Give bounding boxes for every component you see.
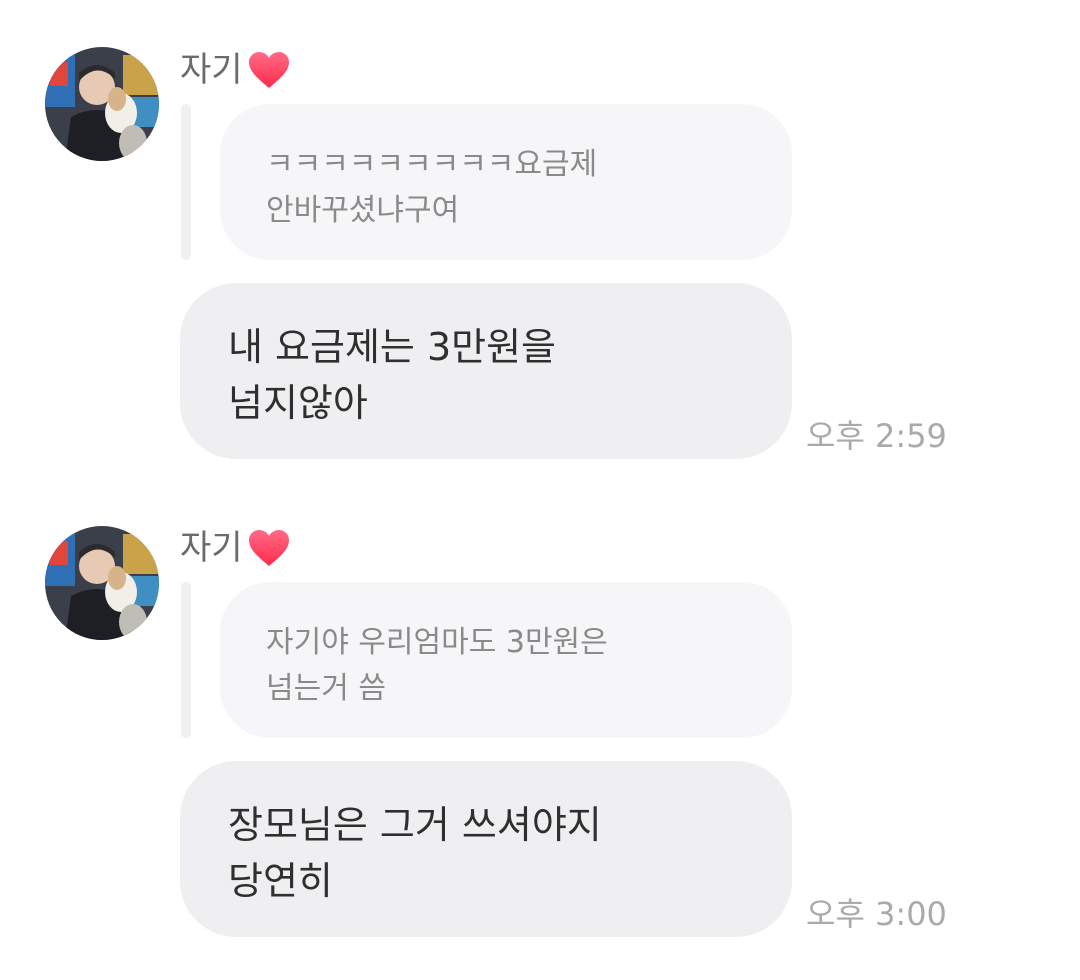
heart-icon — [247, 528, 291, 568]
quote-bar — [181, 582, 191, 738]
avatar[interactable] — [45, 47, 159, 161]
message-bubble[interactable]: 장모님은 그거 쓰셔야지 당연히 — [180, 761, 792, 937]
sender-name: 자기 — [180, 526, 291, 570]
sender-name: 자기 — [180, 48, 291, 92]
quoted-message[interactable]: 자기야 우리엄마도 3만원은 넘는거 씀 — [220, 582, 792, 738]
avatar[interactable] — [45, 526, 159, 640]
timestamp: 오후 3:00 — [806, 895, 947, 933]
sender-name-text: 자기 — [180, 528, 243, 568]
heart-icon — [247, 50, 291, 90]
sender-name-text: 자기 — [180, 50, 243, 90]
message-bubble[interactable]: 내 요금제는 3만원을 넘지않아 — [180, 283, 792, 459]
quote-bar — [181, 104, 191, 260]
quoted-message[interactable]: ㅋㅋㅋㅋㅋㅋㅋㅋㅋ요금제 안바꾸셨냐구여 — [220, 104, 792, 260]
timestamp: 오후 2:59 — [806, 417, 947, 455]
